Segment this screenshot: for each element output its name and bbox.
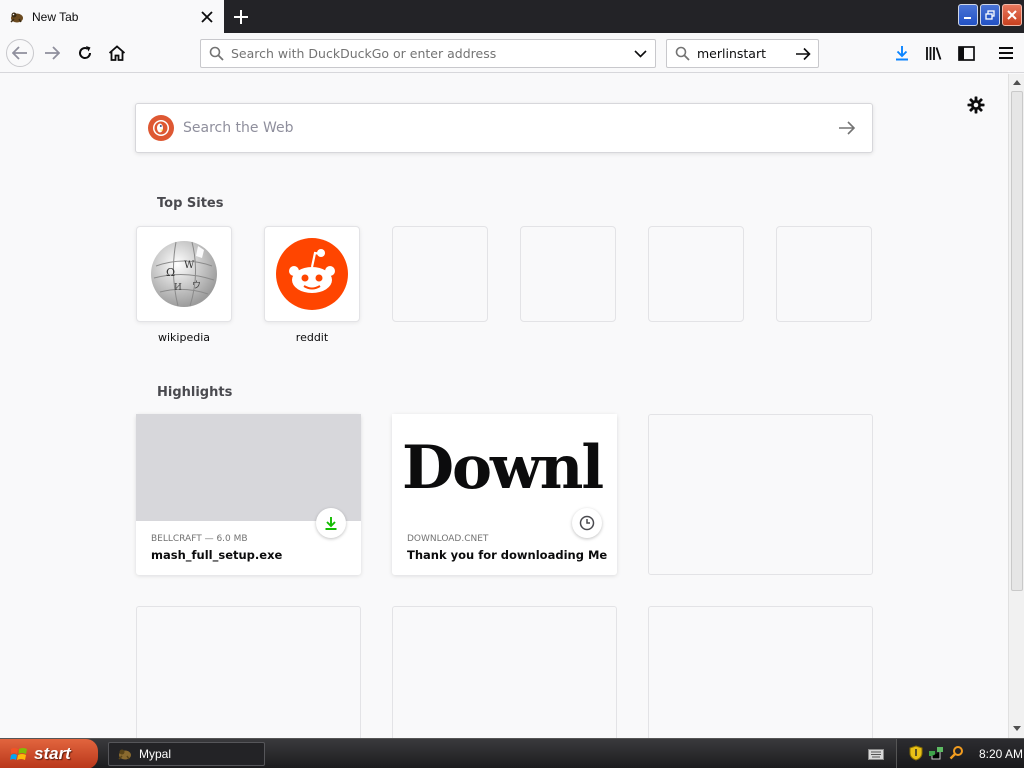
- card-context: DOWNLOAD.CNET: [407, 534, 489, 544]
- taskbar-item-mypal[interactable]: Mypal: [108, 742, 265, 766]
- arrow-right-icon: [796, 47, 811, 60]
- top-site-empty: [392, 226, 488, 322]
- top-site-label: reddit: [295, 331, 329, 344]
- url-input[interactable]: [231, 40, 625, 67]
- start-label: start: [34, 744, 71, 763]
- highlight-card-empty: [648, 414, 873, 575]
- search-bar-text[interactable]: merlinstart: [697, 46, 788, 61]
- window-controls: [958, 4, 1022, 26]
- keyboard-icon[interactable]: [868, 748, 884, 763]
- clock-icon: [572, 508, 602, 538]
- svg-text:И: И: [174, 283, 182, 293]
- plus-icon: [234, 10, 248, 24]
- web-search-box[interactable]: [135, 103, 873, 153]
- start-button[interactable]: start: [0, 739, 98, 768]
- top-site-empty: [520, 226, 616, 322]
- svg-text:W: W: [184, 260, 195, 271]
- close-tab-icon[interactable]: [194, 4, 220, 30]
- system-tray: 8:20 AM: [896, 739, 1024, 768]
- settings-gear-icon[interactable]: [965, 94, 987, 116]
- taskbar-item-label: Mypal: [139, 747, 172, 761]
- arrow-right-icon: [839, 121, 856, 135]
- vertical-scrollbar[interactable]: [1008, 74, 1024, 738]
- forward-button[interactable]: [38, 39, 66, 67]
- navigation-toolbar: merlinstart: [0, 33, 1024, 73]
- mypal-app-icon: [118, 749, 131, 760]
- top-site-label: wikipedia: [157, 331, 210, 344]
- scroll-down-arrow-icon[interactable]: [1010, 722, 1024, 736]
- windows-logo-icon: [10, 748, 27, 760]
- highlight-card[interactable]: Downl DOWNLOAD.CNET Thank you for downlo…: [392, 414, 617, 575]
- tab-title: New Tab: [32, 9, 79, 24]
- top-site-empty: [776, 226, 872, 322]
- restore-button[interactable]: [980, 4, 1000, 26]
- urlbar-dropdown-icon[interactable]: [625, 49, 655, 58]
- highlight-card-empty: [136, 606, 361, 738]
- card-title: Thank you for downloading Merl...: [407, 548, 607, 562]
- library-icon: [926, 47, 942, 60]
- svg-text:Ω: Ω: [166, 266, 175, 279]
- hamburger-menu-icon: [999, 47, 1013, 59]
- reload-icon: [79, 46, 92, 59]
- close-window-button[interactable]: [1002, 4, 1022, 26]
- minimize-button[interactable]: [958, 4, 978, 26]
- home-button[interactable]: [103, 39, 131, 67]
- download-icon: [896, 46, 908, 61]
- card-thumbnail: Downl: [392, 414, 617, 521]
- wikipedia-globe-icon: Ω W И ウ: [151, 241, 217, 307]
- tab-new-tab[interactable]: New Tab: [0, 0, 224, 33]
- back-arrow-icon: [12, 46, 27, 60]
- card-title: mash_full_setup.exe: [151, 548, 283, 562]
- tab-strip: New Tab: [0, 0, 1024, 33]
- forward-arrow-icon: [45, 46, 60, 60]
- search-icon: [201, 46, 231, 61]
- os-taskbar: start Mypal 8:20 AM: [0, 738, 1024, 768]
- search-tray-icon[interactable]: [949, 745, 964, 763]
- new-tab-page: Top Sites Ω W И ウ wikipedia reddit: [0, 74, 1008, 738]
- top-site-reddit[interactable]: [264, 226, 360, 322]
- reddit-alien-icon: [276, 238, 348, 310]
- reload-button[interactable]: [71, 39, 99, 67]
- card-context: BELLCRAFT — 6.0 MB: [151, 534, 248, 544]
- highlight-card-empty: [392, 606, 617, 738]
- web-search-input[interactable]: [183, 120, 822, 136]
- security-shield-icon[interactable]: [909, 744, 923, 764]
- library-button[interactable]: [920, 39, 948, 67]
- thumbnail-text: Downl: [402, 432, 604, 503]
- duckduckgo-logo-icon: [148, 115, 174, 141]
- scroll-up-arrow-icon[interactable]: [1010, 75, 1024, 89]
- network-icon[interactable]: [928, 745, 944, 764]
- scrollbar-thumb[interactable]: [1011, 91, 1023, 591]
- highlights-heading: Highlights: [157, 385, 233, 400]
- downloads-button[interactable]: [888, 39, 916, 67]
- menu-button[interactable]: [992, 39, 1020, 67]
- download-icon: [316, 508, 346, 538]
- new-tab-button[interactable]: [228, 4, 254, 30]
- sidebar-button[interactable]: [952, 39, 980, 67]
- search-go-button[interactable]: [788, 47, 818, 61]
- top-site-empty: [648, 226, 744, 322]
- url-bar[interactable]: [200, 39, 656, 68]
- highlight-card[interactable]: BELLCRAFT — 6.0 MB mash_full_setup.exe: [136, 414, 361, 575]
- back-button[interactable]: [6, 39, 34, 67]
- highlight-card-empty: [648, 606, 873, 738]
- top-site-wikipedia[interactable]: Ω W И ウ: [136, 226, 232, 322]
- top-sites-heading: Top Sites: [157, 196, 224, 211]
- chevron-down-icon: [633, 49, 647, 58]
- search-bar[interactable]: merlinstart: [666, 39, 819, 68]
- web-search-go-button[interactable]: [822, 120, 872, 136]
- mypal-favicon-icon: [8, 9, 26, 25]
- svg-text:ウ: ウ: [192, 280, 201, 291]
- card-thumbnail: [136, 414, 361, 521]
- taskbar-clock: 8:20 AM: [979, 747, 1024, 761]
- search-icon: [667, 46, 697, 61]
- home-icon: [108, 45, 126, 61]
- sidebar-icon: [957, 45, 975, 61]
